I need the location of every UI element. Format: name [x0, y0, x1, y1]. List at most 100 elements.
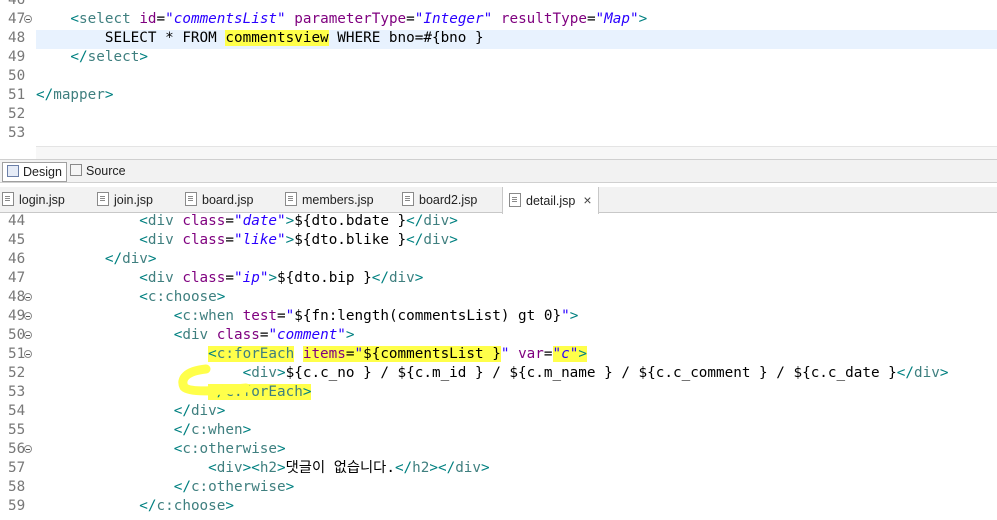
tab-detail-jsp[interactable]: detail.jsp × [502, 187, 599, 214]
line-number: 49 [8, 49, 26, 65]
fold-toggle-icon[interactable] [24, 445, 32, 453]
code-token: > [302, 384, 312, 400]
tab-members-jsp[interactable]: members.jsp [285, 187, 374, 213]
code-line[interactable]: 49 </select> [0, 48, 997, 67]
code-token: div [190, 403, 217, 419]
code-line[interactable]: 52 <div>${c.c_no } / ${c.m_id } / ${c.m_… [0, 364, 997, 383]
tab-board-jsp[interactable]: board.jsp [185, 187, 253, 213]
code-token: > [449, 213, 458, 229]
code-line[interactable]: 46 </div> [0, 250, 997, 269]
code-line[interactable]: 57 <div><h2>댓글이 없습니다.</h2></div> [0, 459, 997, 478]
code-token: "comment" [268, 327, 346, 343]
line-number: 50 [8, 68, 26, 84]
code-line[interactable]: 49 <c:when test="${fn:length(commentsLis… [0, 307, 997, 326]
code-token: ${dto.bip } [277, 270, 372, 286]
design-icon [7, 165, 19, 177]
code-token: < [139, 289, 148, 305]
code-token: > [481, 460, 490, 476]
code-token: c:choose [156, 498, 226, 514]
tab-source-label: Source [86, 164, 126, 178]
code-line[interactable]: 51 <c:forEach items="${commentsList }" v… [0, 345, 997, 364]
code-line[interactable]: 48 <c:choose> [0, 288, 997, 307]
code-line[interactable]: 47 <select id="commentsList" parameterTy… [0, 10, 997, 29]
code-line[interactable]: 53 </c:forEach> [0, 383, 997, 402]
line-number: 53 [8, 125, 26, 141]
line-number: 52 [8, 106, 26, 122]
tab-join-jsp[interactable]: join.jsp [97, 187, 153, 213]
code-token: > [638, 11, 648, 27]
code-line[interactable]: 51 </mapper> [0, 86, 997, 105]
tab-label: join.jsp [114, 193, 153, 207]
fold-toggle-icon[interactable] [24, 350, 32, 358]
code-token: </ [36, 87, 54, 103]
code-line[interactable]: 58 </c:otherwise> [0, 478, 997, 497]
fold-toggle-icon[interactable] [24, 15, 32, 23]
code-line[interactable]: 54 </div> [0, 402, 997, 421]
line-number: 48 [8, 30, 26, 46]
code-token: = [225, 270, 234, 286]
code-line[interactable]: 59 </c:choose> [0, 497, 997, 516]
code-line[interactable]: 45 <div class="like">${dto.blike }</div> [0, 231, 997, 250]
code-line[interactable]: 50 <div class="comment"> [0, 326, 997, 345]
code-token: ${c.c_no } / ${c.m_id } / ${c.m_name } /… [285, 365, 897, 381]
code-token: </ [173, 479, 191, 495]
code-token: > [414, 270, 424, 286]
code-token: div [216, 460, 243, 476]
code-token: mapper [53, 87, 105, 103]
code-line[interactable]: 46 [0, 0, 997, 10]
tab-label: members.jsp [302, 193, 374, 207]
code-token: < [139, 232, 148, 248]
tab-login-jsp[interactable]: login.jsp [2, 187, 65, 213]
code-line[interactable]: 48 SELECT * FROM commentsview WHERE bno=… [0, 29, 997, 48]
code-token: "date" [234, 213, 286, 229]
code-token: div [455, 460, 482, 476]
code-token: 댓글이 없습니다. [285, 460, 395, 476]
code-line[interactable]: 52 [0, 105, 997, 124]
code-token: ${dto.blike } [294, 232, 407, 248]
code-line[interactable]: 56 <c:otherwise> [0, 440, 997, 459]
code-token: > [216, 403, 226, 419]
code-line[interactable]: 47 <div class="ip">${dto.bip }</div> [0, 269, 997, 288]
code-line[interactable]: 50 [0, 67, 997, 86]
code-token: " [561, 308, 570, 324]
line-number: 55 [8, 422, 26, 438]
code-token: </ [406, 213, 424, 229]
handwritten-highlight-mark [178, 364, 251, 396]
code-token: > [147, 251, 157, 267]
code-token: " [285, 308, 295, 324]
bottom-editor[interactable]: 44 <div class="date">${dto.bdate }</div>… [0, 213, 997, 520]
code-line[interactable]: 44 <div class="date">${dto.bdate }</div> [0, 213, 997, 231]
code-token: = [406, 11, 415, 27]
tab-design[interactable]: Design [2, 162, 67, 182]
code-token: > [242, 460, 252, 476]
tab-label: board2.jsp [419, 193, 478, 207]
code-token: select [87, 49, 140, 65]
code-token: div [423, 213, 450, 229]
tab-source[interactable]: Source [66, 162, 130, 180]
code-token: div [182, 327, 209, 343]
code-text: <div class="comment"> [36, 326, 355, 345]
close-icon[interactable]: × [583, 192, 591, 208]
tab-board2-jsp[interactable]: board2.jsp [402, 187, 477, 213]
code-token: > [104, 87, 114, 103]
code-line[interactable]: 55 </c:when> [0, 421, 997, 440]
line-number: 46 [8, 251, 26, 267]
fold-toggle-icon[interactable] [24, 331, 32, 339]
fold-toggle-icon[interactable] [24, 293, 32, 301]
code-token: div [147, 232, 174, 248]
code-token: </ [36, 49, 88, 65]
code-line[interactable]: 53 [0, 124, 997, 143]
code-token: class [182, 270, 226, 286]
top-editor[interactable]: 46 47 <select id="commentsList" parameter… [0, 0, 997, 158]
code-token: WHERE bno=#{bno } [328, 30, 484, 46]
horizontal-scrollbar[interactable] [36, 146, 997, 159]
fold-toggle-icon[interactable] [24, 312, 32, 320]
code-text: <c:otherwise> [36, 440, 286, 459]
